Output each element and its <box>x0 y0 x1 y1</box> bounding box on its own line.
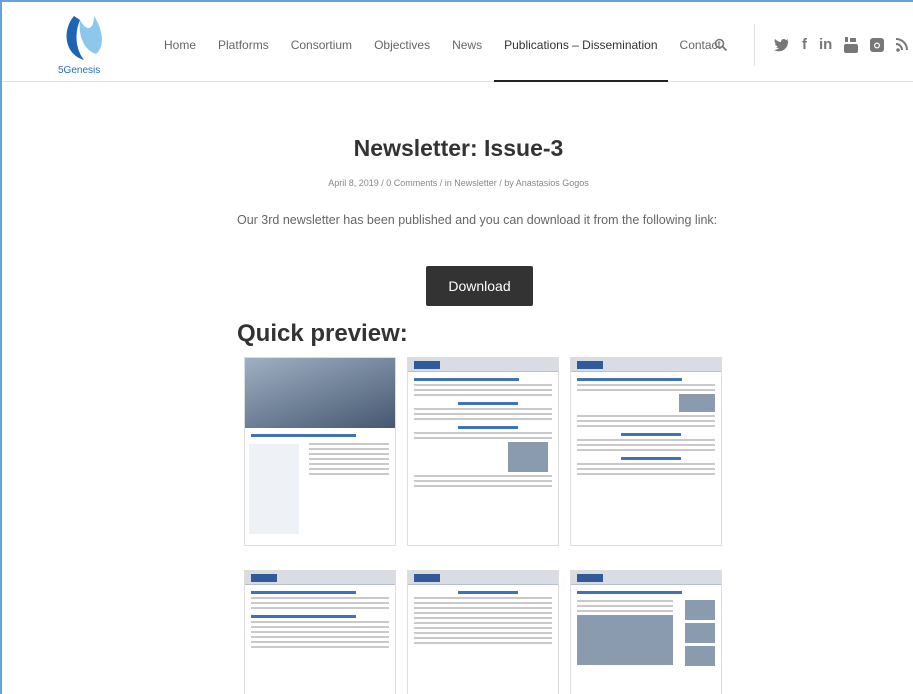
search-icon[interactable] <box>714 38 728 52</box>
nav-objectives[interactable]: Objectives <box>374 2 430 82</box>
newsletter-page-thumbnail[interactable] <box>570 357 722 546</box>
nav-news[interactable]: News <box>452 2 482 82</box>
nav-home[interactable]: Home <box>164 2 196 82</box>
linkedin-icon[interactable]: in <box>819 36 832 54</box>
newsletter-page-thumbnail[interactable] <box>244 357 396 546</box>
newsletter-page-thumbnail[interactable] <box>570 570 722 694</box>
nav-consortium[interactable]: Consortium <box>291 2 352 82</box>
browser-frame: 5Genesis Home Platforms Consortium Objec… <box>0 0 913 694</box>
newsletter-page-thumbnail[interactable] <box>407 570 559 694</box>
post-title: Newsletter: Issue-3 <box>353 135 564 161</box>
nav-platforms[interactable]: Platforms <box>218 2 269 82</box>
facebook-icon[interactable]: f <box>802 36 807 54</box>
post-meta: April 8, 2019 / 0 Comments / in Newslett… <box>328 178 589 188</box>
twitter-icon[interactable] <box>774 38 790 52</box>
instagram-icon[interactable] <box>870 38 885 52</box>
header-divider <box>754 24 755 66</box>
preview-heading: Quick preview: <box>237 320 408 347</box>
post-intro: Our 3rd newsletter has been published an… <box>237 213 718 227</box>
download-button[interactable]: Download <box>426 266 533 306</box>
site-header: 5Genesis Home Platforms Consortium Objec… <box>2 2 913 82</box>
rss-icon[interactable] <box>896 38 909 52</box>
newsletter-page-thumbnail[interactable] <box>244 570 396 694</box>
brand-name: 5Genesis <box>58 65 101 76</box>
nav-publications-dissemination[interactable]: Publications – Dissemination <box>494 2 668 82</box>
main-nav: Home Platforms Consortium Objectives New… <box>164 2 743 82</box>
newsletter-page-thumbnail[interactable] <box>407 357 559 546</box>
youtube-icon[interactable] <box>844 37 859 53</box>
social-links: f in <box>774 36 909 54</box>
